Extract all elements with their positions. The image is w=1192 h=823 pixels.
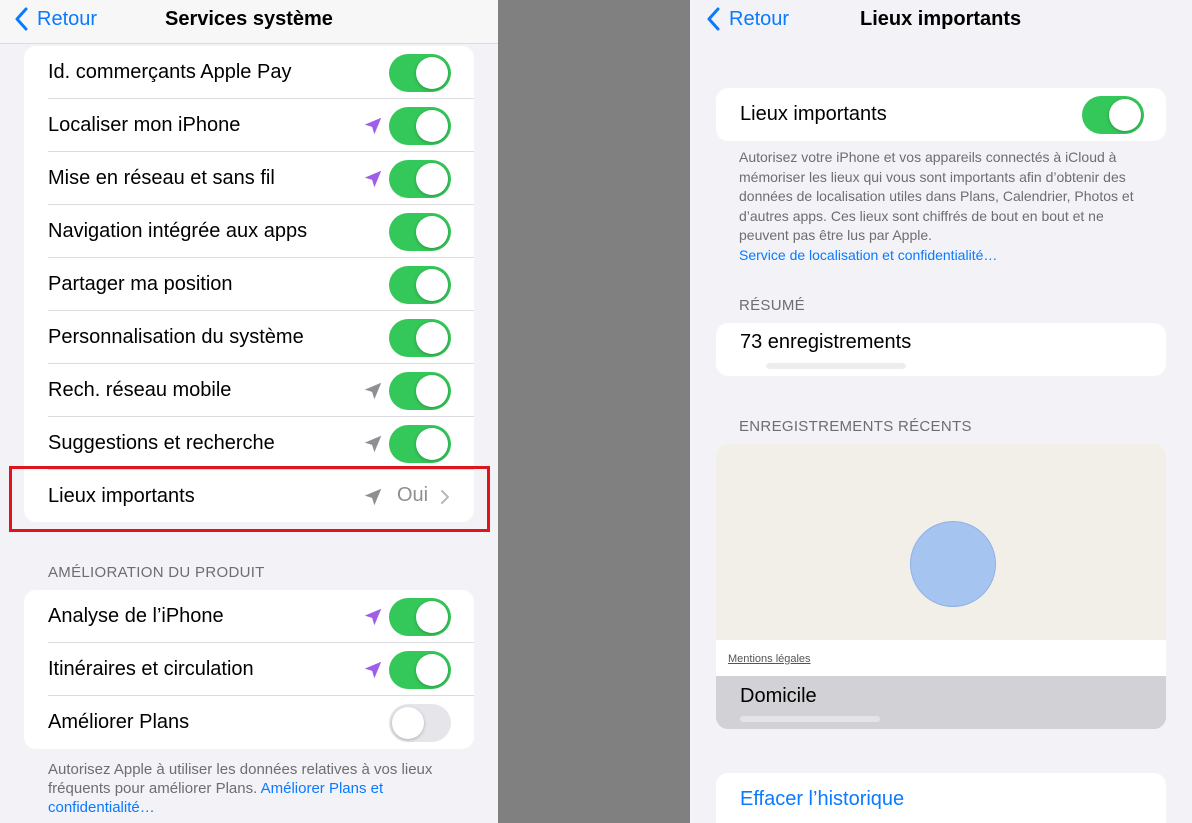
redacted-text [740, 716, 880, 722]
row-label: Id. commerçants Apple Pay [48, 61, 292, 83]
section-header-recent-records: ENREGISTREMENTS RÉCENTS [739, 418, 972, 435]
row-share-my-location: Partager ma position [24, 258, 474, 311]
back-label: Retour [37, 7, 98, 30]
row-label: Itinéraires et circulation [48, 658, 254, 680]
location-privacy-link[interactable]: Service de localisation et confidentiali… [739, 246, 1149, 266]
product-improvement-list: Analyse de l’iPhone Itinéraires et circu… [24, 590, 474, 749]
row-home-place[interactable]: Domicile [716, 676, 1166, 729]
summary-group: 73 enregistrements [716, 323, 1166, 376]
section-header-product-improvement: AMÉLIORATION DU PRODUIT [48, 564, 265, 581]
legal-notices-link[interactable]: Mentions légales [728, 653, 811, 665]
row-label: Améliorer Plans [48, 711, 190, 733]
location-arrow-icon [364, 608, 382, 626]
toggle-apple-pay-merchants[interactable] [389, 54, 451, 92]
product-improvement-footer: Autorisez Apple à utiliser les données r… [48, 760, 448, 817]
row-system-customization: Personnalisation du système [24, 311, 474, 364]
highlight-annotation [9, 466, 490, 532]
page-title: Lieux importants [860, 7, 1022, 30]
redacted-text [766, 363, 906, 369]
page-title: Services système [165, 7, 333, 30]
toggle-networking-wireless[interactable] [389, 160, 451, 198]
toggle-routing-traffic[interactable] [389, 651, 451, 689]
row-cellular-search: Rech. réseau mobile [24, 364, 474, 417]
row-routing-traffic: Itinéraires et circulation [24, 643, 474, 696]
toggle-suggestions-search[interactable] [389, 425, 451, 463]
clear-history-group: Effacer l’historique [716, 773, 1166, 823]
summary-count: 73 enregistrements [740, 330, 912, 353]
row-find-my-iphone: Localiser mon iPhone [24, 99, 474, 152]
navigation-bar: Retour Services système [0, 0, 498, 44]
location-arrow-icon [364, 170, 382, 188]
row-label: Rech. réseau mobile [48, 379, 232, 401]
back-label: Retour [729, 7, 790, 30]
recent-records-group: Mentions légales Domicile [716, 444, 1166, 729]
location-arrow-icon [364, 117, 382, 135]
toggle-in-app-navigation[interactable] [389, 213, 451, 251]
row-networking-wireless: Mise en réseau et sans fil [24, 152, 474, 205]
system-services-screen: Retour Services système Id. commerçants … [0, 0, 498, 823]
place-label: Domicile [740, 684, 817, 707]
toggle-improve-maps[interactable] [389, 704, 451, 742]
row-label: Suggestions et recherche [48, 432, 275, 454]
toggle-share-my-location[interactable] [389, 266, 451, 304]
row-label: Personnalisation du système [48, 326, 304, 348]
row-label: Mise en réseau et sans fil [48, 167, 275, 189]
clear-history-button[interactable]: Effacer l’historique [740, 773, 904, 823]
row-apple-pay-merchants: Id. commerçants Apple Pay [24, 46, 474, 99]
row-label: Localiser mon iPhone [48, 114, 241, 136]
row-in-app-navigation: Navigation intégrée aux apps [24, 205, 474, 258]
toggle-system-customization[interactable] [389, 319, 451, 357]
row-label: Analyse de l’iPhone [48, 605, 224, 627]
back-button[interactable]: Retour [14, 4, 97, 34]
chevron-left-icon [15, 7, 28, 31]
row-label: Lieux importants [740, 103, 887, 125]
row-label: Navigation intégrée aux apps [48, 220, 308, 242]
navigation-bar: Retour Lieux importants [690, 0, 1192, 44]
location-arrow-icon [364, 661, 382, 679]
significant-locations-screen: Retour Lieux importants Lieux importants… [690, 0, 1192, 823]
back-button[interactable]: Retour [706, 4, 789, 34]
row-improve-maps: Améliorer Plans [24, 696, 474, 749]
toggle-cellular-search[interactable] [389, 372, 451, 410]
section-header-summary: RÉSUMÉ [739, 297, 805, 314]
row-summary[interactable]: 73 enregistrements [716, 323, 1166, 376]
toggle-significant-locations[interactable] [1082, 96, 1144, 134]
significant-locations-description: Autorisez votre iPhone et vos appareils … [739, 148, 1149, 265]
row-suggestions-search: Suggestions et recherche [24, 417, 474, 470]
description-text: Autorisez votre iPhone et vos appareils … [739, 149, 1134, 243]
services-list: Id. commerçants Apple Pay Localiser mon … [24, 46, 474, 522]
significant-locations-toggle-group: Lieux importants [716, 88, 1166, 141]
row-significant-locations: Lieux importants [716, 88, 1166, 141]
location-arrow-icon [364, 382, 382, 400]
toggle-iphone-analytics[interactable] [389, 598, 451, 636]
location-arrow-icon [364, 435, 382, 453]
row-iphone-analytics: Analyse de l’iPhone [24, 590, 474, 643]
chevron-left-icon [707, 7, 720, 31]
toggle-find-my-iphone[interactable] [389, 107, 451, 145]
row-label: Partager ma position [48, 273, 233, 295]
location-area-circle [910, 521, 996, 607]
